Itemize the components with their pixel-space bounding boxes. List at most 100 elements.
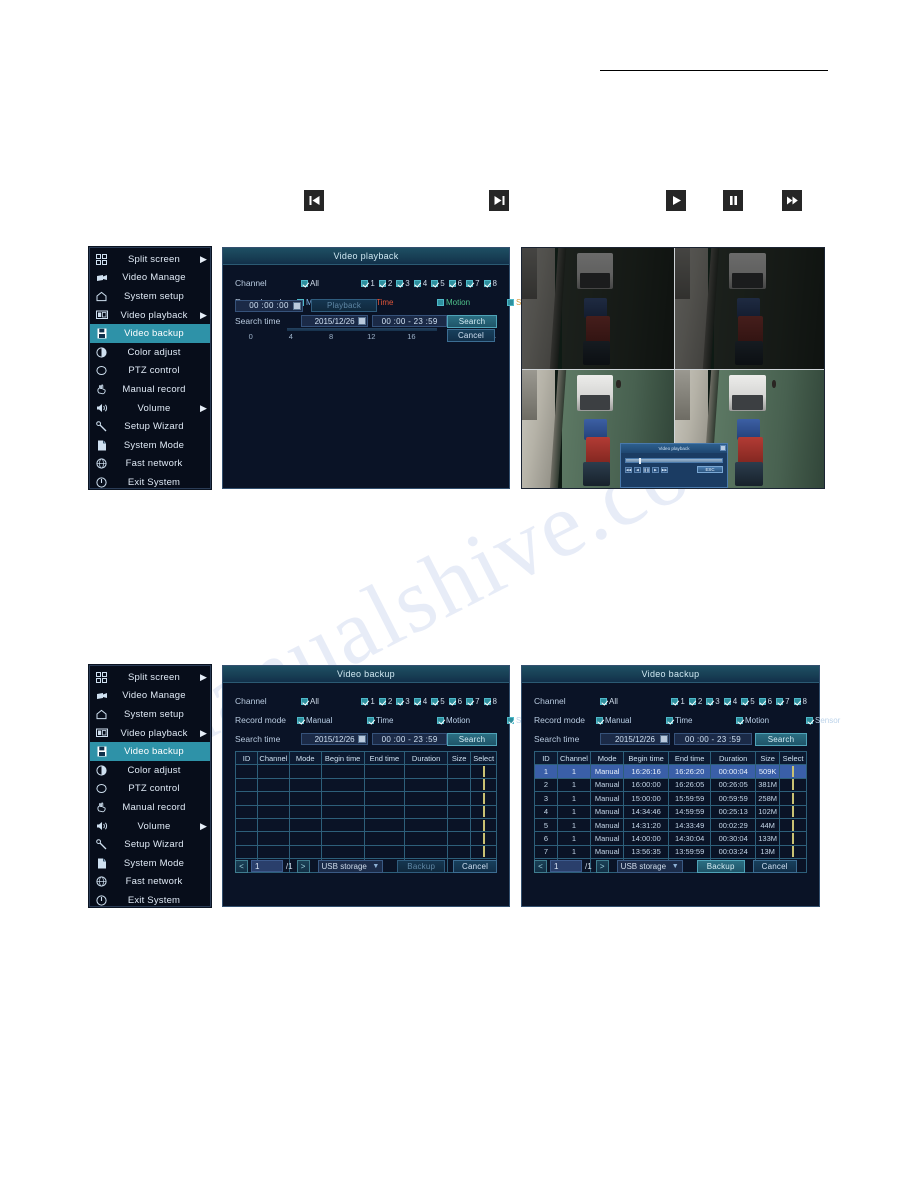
- channel-checkbox-1[interactable]: 1: [361, 697, 375, 706]
- table-row[interactable]: [235, 844, 497, 860]
- time-range-input[interactable]: 00 :00 - 23 :59: [674, 733, 752, 745]
- sidebar-item-video-playback[interactable]: Video playback ▶: [90, 724, 210, 743]
- overlay-transport-button-4[interactable]: ▶▶: [661, 466, 668, 473]
- sidebar-item-system-setup[interactable]: System setup▶: [90, 287, 210, 306]
- sidebar-item-video-manage[interactable]: Video Manage▶: [90, 687, 210, 706]
- sidebar-item-setup-wizard[interactable]: Setup Wizard▶: [90, 417, 210, 436]
- sidebar-item-system-mode[interactable]: System Mode▶: [90, 854, 210, 873]
- row-select-checkbox[interactable]: [792, 819, 795, 831]
- row-select-checkbox[interactable]: [792, 846, 795, 858]
- camera-pane-2[interactable]: [675, 248, 824, 369]
- channel-checkbox-6[interactable]: 6: [448, 697, 462, 706]
- table-row[interactable]: [235, 804, 497, 819]
- channel-checkbox-2[interactable]: 2: [378, 279, 392, 288]
- channel-checkbox-4[interactable]: 4: [413, 697, 427, 706]
- sidebar-item-exit-system[interactable]: Exit System▶: [90, 891, 210, 910]
- channel-all-checkbox[interactable]: All: [301, 279, 319, 288]
- row-select-checkbox[interactable]: [482, 806, 485, 818]
- row-select-checkbox[interactable]: [482, 766, 485, 778]
- dvr-main-menu-bottom[interactable]: Split screen▶Video Manage▶System setup▶V…: [89, 665, 211, 907]
- record-mode-motion[interactable]: Motion: [437, 716, 507, 725]
- row-select-checkbox[interactable]: [792, 806, 795, 818]
- channel-checkbox-3[interactable]: 3: [706, 697, 720, 706]
- row-select-checkbox[interactable]: [792, 779, 795, 791]
- channel-checkbox-list[interactable]: 1 2 3 4 5 6 7 8: [361, 279, 497, 288]
- sidebar-item-video-playback[interactable]: Video playback ▶: [90, 306, 210, 325]
- table-row[interactable]: 3 1 Manual 15:00:00 15:59:59 00:59:59 258M: [534, 791, 807, 806]
- channel-checkbox-7[interactable]: 7: [466, 697, 480, 706]
- record-mode-manual[interactable]: Manual: [596, 716, 666, 725]
- cell-select[interactable]: [470, 844, 497, 860]
- channel-checkbox-8[interactable]: 8: [483, 279, 497, 288]
- overlay-transport-button-2[interactable]: ❚❚: [643, 466, 650, 473]
- overlay-progress-bar[interactable]: [625, 458, 723, 464]
- playback-button[interactable]: Playback: [311, 299, 377, 312]
- table-row[interactable]: [235, 791, 497, 806]
- page-input[interactable]: 1: [250, 860, 283, 873]
- next-page-button[interactable]: >: [595, 859, 609, 873]
- table-row[interactable]: 2 1 Manual 16:00:00 16:26:05 00:26:05 381M: [534, 777, 807, 793]
- esc-button[interactable]: ESC: [697, 466, 723, 473]
- close-icon[interactable]: [720, 445, 726, 451]
- overlay-transport-button-3[interactable]: ▶: [652, 466, 659, 473]
- record-mode-time[interactable]: Time: [367, 716, 437, 725]
- record-mode-time[interactable]: Time: [666, 716, 736, 725]
- channel-checkbox-5[interactable]: 5: [741, 697, 755, 706]
- calendar-icon[interactable]: [358, 317, 367, 325]
- calendar-icon[interactable]: [660, 735, 668, 743]
- record-mode-list[interactable]: Manual Time Motion Sensor: [596, 716, 876, 725]
- table-row[interactable]: 5 1 Manual 14:31:20 14:33:49 00:02:29 44M: [534, 817, 807, 833]
- timeline-track[interactable]: [287, 328, 437, 331]
- dvr-main-menu-top[interactable]: Split screen▶Video Manage▶System setup▶V…: [89, 247, 211, 489]
- channel-checkbox-list[interactable]: 1 2 3 4 5 6 7 8: [671, 697, 807, 706]
- sidebar-item-ptz-control[interactable]: PTZ control▶: [90, 362, 210, 381]
- time-range-input[interactable]: 00 :00 - 23 :59: [372, 733, 448, 745]
- channel-checkbox-6[interactable]: 6: [448, 279, 462, 288]
- record-mode-motion[interactable]: Motion: [736, 716, 806, 725]
- table-row[interactable]: 7 1 Manual 13:56:35 13:59:59 00:03:24 13M: [534, 844, 807, 860]
- channel-checkbox-8[interactable]: 8: [483, 697, 497, 706]
- channel-checkbox-1[interactable]: 1: [361, 279, 375, 288]
- sidebar-item-system-setup[interactable]: System setup▶: [90, 705, 210, 724]
- record-mode-manual[interactable]: Manual: [297, 716, 367, 725]
- channel-checkbox-6[interactable]: 6: [758, 697, 772, 706]
- channel-checkbox-4[interactable]: 4: [723, 697, 737, 706]
- sidebar-item-color-adjust[interactable]: Color adjust▶: [90, 761, 210, 780]
- camera-pane-1[interactable]: [522, 248, 674, 369]
- sidebar-item-setup-wizard[interactable]: Setup Wizard▶: [90, 835, 210, 854]
- cell-select[interactable]: [470, 777, 497, 793]
- overlay-transport-button-0[interactable]: ◀◀: [625, 466, 632, 473]
- date-input[interactable]: 2015/12/26: [301, 315, 369, 327]
- cell-select[interactable]: [470, 817, 497, 833]
- table-row[interactable]: 1 1 Manual 16:26:16 16:26:20 00:00:04 509K: [534, 764, 807, 779]
- channel-all-checkbox[interactable]: All: [301, 697, 319, 706]
- prev-page-button[interactable]: <: [534, 859, 547, 873]
- cell-select[interactable]: [470, 764, 497, 779]
- cell-select[interactable]: [779, 804, 807, 819]
- table-body[interactable]: [235, 764, 497, 873]
- sidebar-item-system-mode[interactable]: System Mode▶: [90, 436, 210, 455]
- cell-select[interactable]: [470, 791, 497, 806]
- channel-checkbox-5[interactable]: 5: [431, 697, 445, 706]
- cell-select[interactable]: [470, 804, 497, 819]
- cell-select[interactable]: [779, 791, 807, 806]
- row-select-checkbox[interactable]: [792, 792, 795, 804]
- channel-checkbox-5[interactable]: 5: [431, 279, 445, 288]
- channel-checkbox-list[interactable]: 1 2 3 4 5 6 7 8: [361, 697, 497, 706]
- sidebar-item-volume[interactable]: Volume ▶: [90, 817, 210, 836]
- sidebar-item-video-backup[interactable]: Video backup▶: [90, 742, 210, 761]
- sidebar-item-fast-network[interactable]: Fast network▶: [90, 455, 210, 474]
- cell-select[interactable]: [779, 817, 807, 833]
- page-input[interactable]: 1: [550, 860, 582, 873]
- record-mode-motion[interactable]: Motion: [437, 298, 507, 307]
- overlay-transport-controls[interactable]: ◀◀ ◀ ❚❚ ▶ ▶▶ ESC: [621, 466, 727, 476]
- row-select-checkbox[interactable]: [482, 819, 485, 831]
- cell-select[interactable]: [470, 831, 497, 846]
- cancel-button[interactable]: Cancel: [447, 329, 495, 342]
- row-select-checkbox[interactable]: [482, 792, 485, 804]
- storage-select[interactable]: USB storage ▼: [317, 859, 384, 873]
- channel-checkbox-3[interactable]: 3: [396, 279, 410, 288]
- calendar-icon[interactable]: [358, 735, 367, 743]
- date-input[interactable]: 2015/12/26: [301, 733, 369, 745]
- row-select-checkbox[interactable]: [482, 779, 485, 791]
